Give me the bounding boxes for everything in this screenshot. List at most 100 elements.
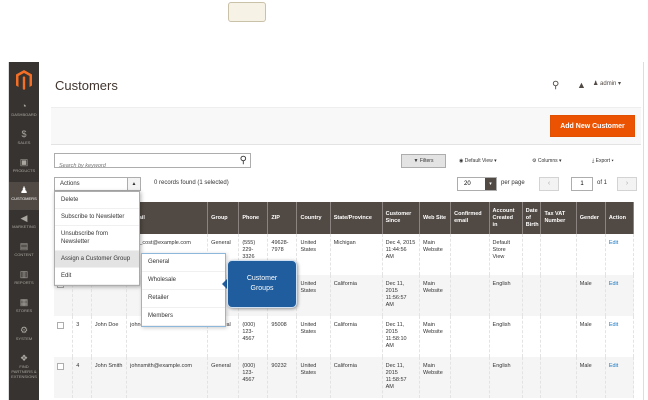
edit-link[interactable]: Edit bbox=[605, 316, 635, 357]
actions-select[interactable]: Actions ▲ bbox=[54, 177, 141, 191]
column-header[interactable]: Customer Since bbox=[382, 202, 420, 234]
table-cell: (000) 123-4567 bbox=[238, 357, 269, 398]
table-cell: United States bbox=[296, 234, 331, 275]
admin-frame: ◔ Dashboard $ Sales ▣ Products ♟ Customers ◀ Mark… bbox=[8, 62, 644, 400]
user-name: admin bbox=[600, 81, 617, 87]
sidebar-item-stores[interactable]: ▦ Stores bbox=[9, 294, 39, 322]
layout-icon: ▤ bbox=[19, 241, 29, 251]
table-cell bbox=[540, 316, 577, 357]
table-cell bbox=[450, 234, 490, 275]
edit-link[interactable]: Edit bbox=[605, 275, 635, 316]
column-header[interactable]: Date of Birth bbox=[522, 202, 542, 234]
sidebar-item-dashboard[interactable]: ◔ Dashboard bbox=[9, 98, 39, 126]
main-content: Customers ⚲ ▲ ♟ admin ▾ Add New Customer… bbox=[39, 62, 643, 400]
column-header[interactable]: ZIP bbox=[267, 202, 298, 234]
column-header[interactable]: Action bbox=[605, 202, 635, 234]
table-cell: 90232 bbox=[267, 357, 298, 398]
edit-link[interactable]: Edit bbox=[605, 234, 635, 275]
sidebar-item-find-partners-extensions[interactable]: ❖ Find Partners & Extensions bbox=[9, 350, 39, 379]
search-icon[interactable]: ⚲ bbox=[240, 154, 247, 167]
table-cell: Michigan bbox=[330, 234, 383, 275]
store-icon: ▦ bbox=[19, 297, 29, 307]
table-cell: United States bbox=[296, 357, 331, 398]
page-input[interactable]: 1 bbox=[571, 177, 593, 191]
sidebar-item-label: Dashboard bbox=[11, 112, 37, 117]
person-icon: ♟ bbox=[19, 185, 29, 195]
sidebar-item-content[interactable]: ▤ Content bbox=[9, 238, 39, 266]
columns-dropdown[interactable]: ⚙ Columns ▾ bbox=[532, 154, 562, 168]
action-menu-item[interactable]: Assign a Customer Group bbox=[55, 251, 139, 268]
export-dropdown[interactable]: ⤓ Export ▾ bbox=[592, 154, 614, 168]
table-cell: 95008 bbox=[267, 316, 298, 357]
actions-label: Actions bbox=[60, 181, 80, 187]
sidebar-item-label: Reports bbox=[14, 280, 34, 285]
bell-icon[interactable]: ▲ bbox=[577, 80, 586, 90]
per-page-select[interactable]: 20 ▾ bbox=[457, 177, 497, 191]
search-input[interactable] bbox=[55, 159, 235, 173]
sidebar-item-customers[interactable]: ♟ Customers bbox=[9, 182, 39, 210]
column-header[interactable]: Country bbox=[296, 202, 331, 234]
actions-menu: Delete Subscribe to Newsletter Unsubscribe… bbox=[54, 191, 140, 286]
row-checkbox[interactable] bbox=[57, 363, 64, 370]
page-total: of 1 bbox=[597, 180, 608, 186]
group-menu-item[interactable]: Members bbox=[142, 308, 225, 326]
sidebar-item-system[interactable]: ⚙ System bbox=[9, 322, 39, 350]
edit-link[interactable]: Edit bbox=[605, 357, 635, 398]
table-cell: Main Website bbox=[419, 357, 452, 398]
column-header[interactable]: Phone bbox=[238, 202, 269, 234]
bar-chart-icon: ▥ bbox=[19, 269, 29, 279]
table-cell bbox=[450, 275, 490, 316]
per-page-value: 20 bbox=[464, 181, 471, 187]
table-cell: John Doe bbox=[91, 316, 128, 357]
top-chip bbox=[228, 2, 266, 22]
column-header[interactable]: Group bbox=[207, 202, 240, 234]
callout-line-1: Customer bbox=[246, 275, 278, 282]
column-header[interactable]: Confirmed email bbox=[450, 202, 490, 234]
action-menu-item[interactable]: Subscribe to Newsletter bbox=[55, 209, 139, 226]
group-menu-item[interactable]: Retailer bbox=[142, 290, 225, 308]
group-menu-item[interactable]: General bbox=[142, 254, 225, 272]
prev-page-button[interactable]: ‹ bbox=[539, 177, 559, 191]
user-icon: ♟ bbox=[593, 81, 601, 87]
row-checkbox[interactable] bbox=[57, 322, 64, 329]
add-new-customer-button[interactable]: Add New Customer bbox=[550, 115, 635, 137]
table-cell: Main Website bbox=[419, 275, 452, 316]
table-cell: Dec 4, 2015 11:44:56 AM bbox=[382, 234, 420, 275]
table-cell: English bbox=[489, 275, 523, 316]
magento-logo-icon[interactable] bbox=[16, 70, 32, 90]
sidebar-item-marketing[interactable]: ◀ Marketing bbox=[9, 210, 39, 238]
table-cell: United States bbox=[296, 316, 331, 357]
user-menu[interactable]: ♟ admin ▾ bbox=[593, 80, 621, 87]
action-menu-item[interactable]: Delete bbox=[55, 192, 139, 209]
filters-button[interactable]: ▼ Filters bbox=[401, 154, 446, 168]
column-header[interactable]: Account Created in bbox=[489, 202, 523, 234]
action-menu-item[interactable]: Edit bbox=[55, 268, 139, 285]
next-page-button[interactable]: › bbox=[617, 177, 637, 191]
keyword-search[interactable]: ⚲ bbox=[54, 153, 251, 173]
sidebar-item-sales[interactable]: $ Sales bbox=[9, 126, 39, 154]
table-cell bbox=[450, 316, 490, 357]
table-cell: Male bbox=[576, 316, 606, 357]
column-header[interactable]: State/Province bbox=[330, 202, 383, 234]
table-cell: John Smith bbox=[91, 357, 128, 398]
column-header[interactable]: Tax VAT Number bbox=[540, 202, 577, 234]
export-label: Export bbox=[595, 158, 611, 164]
default-view-dropdown[interactable]: ◉ Default View ▾ bbox=[459, 154, 497, 168]
column-header[interactable]: Web Site bbox=[419, 202, 452, 234]
sidebar-item-products[interactable]: ▣ Products bbox=[9, 154, 39, 182]
action-menu-item[interactable]: Unsubscribe from Newsletter bbox=[55, 226, 139, 251]
table-cell: Dec 11, 2015 11:58:57 AM bbox=[382, 357, 420, 398]
column-header[interactable]: Gender bbox=[576, 202, 606, 234]
sidebar-item-reports[interactable]: ▥ Reports bbox=[9, 266, 39, 294]
search-icon[interactable]: ⚲ bbox=[552, 80, 559, 91]
filters-label: Filters bbox=[419, 158, 434, 164]
default-view-label: Default View bbox=[464, 158, 493, 164]
chevron-down-icon[interactable]: ▾ bbox=[485, 178, 496, 190]
chevron-up-icon[interactable]: ▲ bbox=[127, 178, 140, 190]
group-menu-item[interactable]: Wholesale bbox=[142, 272, 225, 290]
sidebar-item-label: Find Partners & Extensions bbox=[11, 364, 37, 379]
table-cell: Dec 11, 2015 11:56:57 AM bbox=[382, 275, 420, 316]
records-count: 0 records found (1 selected) bbox=[154, 180, 229, 186]
row-select-cell bbox=[54, 357, 74, 398]
table-cell bbox=[522, 234, 542, 275]
